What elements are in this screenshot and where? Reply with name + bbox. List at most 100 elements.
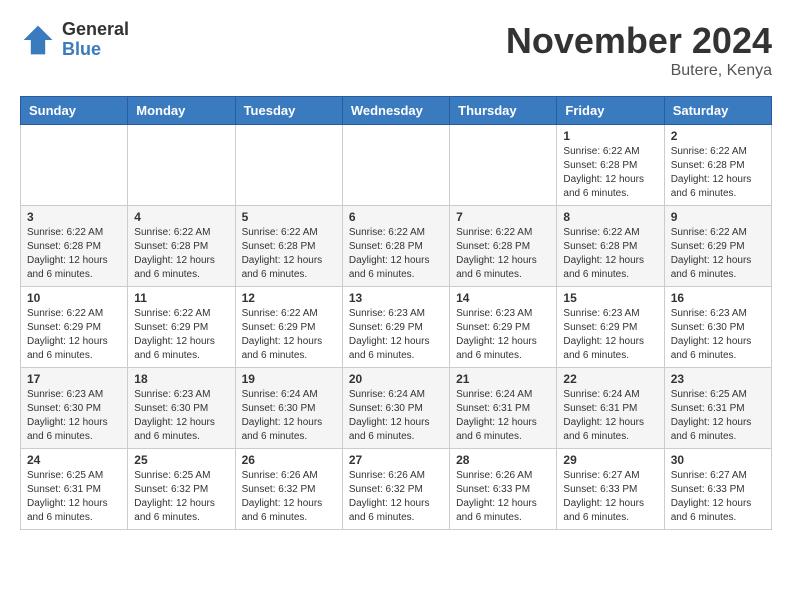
day-number: 8 (563, 210, 657, 224)
location: Butere, Kenya (506, 62, 772, 80)
day-number: 2 (671, 129, 765, 143)
calendar-cell: 19 Sunrise: 6:24 AM Sunset: 6:30 PM Dayli… (235, 368, 342, 449)
day-info: Sunrise: 6:22 AM Sunset: 6:28 PM Dayligh… (563, 145, 657, 201)
day-info: Sunrise: 6:22 AM Sunset: 6:29 PM Dayligh… (27, 307, 121, 363)
logo-general: General (62, 20, 129, 40)
day-number: 18 (134, 372, 228, 386)
calendar-cell (128, 125, 235, 206)
day-number: 24 (27, 453, 121, 467)
calendar-day-header: Thursday (450, 97, 557, 125)
day-info: Sunrise: 6:23 AM Sunset: 6:30 PM Dayligh… (671, 307, 765, 363)
day-number: 10 (27, 291, 121, 305)
calendar-day-header: Tuesday (235, 97, 342, 125)
calendar-day-header: Friday (557, 97, 664, 125)
day-number: 17 (27, 372, 121, 386)
calendar-cell: 1 Sunrise: 6:22 AM Sunset: 6:28 PM Daylig… (557, 125, 664, 206)
day-number: 11 (134, 291, 228, 305)
day-info: Sunrise: 6:25 AM Sunset: 6:31 PM Dayligh… (27, 469, 121, 525)
day-number: 4 (134, 210, 228, 224)
logo-blue: Blue (62, 40, 129, 60)
day-info: Sunrise: 6:23 AM Sunset: 6:30 PM Dayligh… (27, 388, 121, 444)
calendar-cell: 15Sunrise: 6:23 AM Sunset: 6:29 PM Dayli… (557, 287, 664, 368)
day-info: Sunrise: 6:22 AM Sunset: 6:29 PM Dayligh… (242, 307, 336, 363)
calendar-cell: 23 Sunrise: 6:25 AM Sunset: 6:31 PM Dayli… (664, 368, 771, 449)
calendar-cell: 9 Sunrise: 6:22 AM Sunset: 6:29 PM Daylig… (664, 206, 771, 287)
calendar-cell: 27 Sunrise: 6:26 AM Sunset: 6:32 PM Dayli… (342, 449, 449, 530)
day-number: 20 (349, 372, 443, 386)
calendar-day-header: Monday (128, 97, 235, 125)
calendar-cell: 24 Sunrise: 6:25 AM Sunset: 6:31 PM Dayli… (21, 449, 128, 530)
day-number: 13 (349, 291, 443, 305)
calendar-cell: 26 Sunrise: 6:26 AM Sunset: 6:32 PM Dayli… (235, 449, 342, 530)
day-number: 3 (27, 210, 121, 224)
day-info: Sunrise: 6:22 AM Sunset: 6:28 PM Dayligh… (563, 226, 657, 282)
calendar-cell: 10 Sunrise: 6:22 AM Sunset: 6:29 PM Dayli… (21, 287, 128, 368)
day-info: Sunrise: 6:22 AM Sunset: 6:28 PM Dayligh… (27, 226, 121, 282)
calendar: SundayMondayTuesdayWednesdayThursdayFrid… (20, 96, 772, 530)
day-info: Sunrise: 6:22 AM Sunset: 6:28 PM Dayligh… (134, 226, 228, 282)
day-info: Sunrise: 6:25 AM Sunset: 6:31 PM Dayligh… (671, 388, 765, 444)
calendar-cell: 3 Sunrise: 6:22 AM Sunset: 6:28 PM Daylig… (21, 206, 128, 287)
day-info: Sunrise: 6:27 AM Sunset: 6:33 PM Dayligh… (563, 469, 657, 525)
calendar-cell: 22 Sunrise: 6:24 AM Sunset: 6:31 PM Dayli… (557, 368, 664, 449)
day-number: 30 (671, 453, 765, 467)
day-info: Sunrise: 6:22 AM Sunset: 6:29 PM Dayligh… (671, 226, 765, 282)
calendar-cell: 12Sunrise: 6:22 AM Sunset: 6:29 PM Dayli… (235, 287, 342, 368)
day-info: Sunrise: 6:26 AM Sunset: 6:32 PM Dayligh… (242, 469, 336, 525)
day-info: Sunrise: 6:23 AM Sunset: 6:30 PM Dayligh… (134, 388, 228, 444)
day-number: 26 (242, 453, 336, 467)
day-number: 15 (563, 291, 657, 305)
calendar-day-header: Saturday (664, 97, 771, 125)
day-info: Sunrise: 6:24 AM Sunset: 6:31 PM Dayligh… (563, 388, 657, 444)
calendar-cell: 30 Sunrise: 6:27 AM Sunset: 6:33 PM Dayli… (664, 449, 771, 530)
calendar-cell: 8 Sunrise: 6:22 AM Sunset: 6:28 PM Daylig… (557, 206, 664, 287)
calendar-cell: 28Sunrise: 6:26 AM Sunset: 6:33 PM Dayli… (450, 449, 557, 530)
day-info: Sunrise: 6:22 AM Sunset: 6:28 PM Dayligh… (456, 226, 550, 282)
logo: General Blue (20, 20, 129, 60)
calendar-header-row: SundayMondayTuesdayWednesdayThursdayFrid… (21, 97, 772, 125)
day-number: 23 (671, 372, 765, 386)
logo-icon (20, 22, 56, 58)
day-info: Sunrise: 6:22 AM Sunset: 6:29 PM Dayligh… (134, 307, 228, 363)
page-header: General Blue November 2024 Butere, Kenya (20, 20, 772, 80)
day-info: Sunrise: 6:24 AM Sunset: 6:31 PM Dayligh… (456, 388, 550, 444)
day-number: 29 (563, 453, 657, 467)
month-title: November 2024 (506, 20, 772, 62)
calendar-cell (235, 125, 342, 206)
calendar-cell: 25Sunrise: 6:25 AM Sunset: 6:32 PM Dayli… (128, 449, 235, 530)
day-info: Sunrise: 6:23 AM Sunset: 6:29 PM Dayligh… (349, 307, 443, 363)
day-number: 6 (349, 210, 443, 224)
calendar-cell: 5Sunrise: 6:22 AM Sunset: 6:28 PM Daylig… (235, 206, 342, 287)
calendar-week-row: 24 Sunrise: 6:25 AM Sunset: 6:31 PM Dayli… (21, 449, 772, 530)
calendar-cell: 2 Sunrise: 6:22 AM Sunset: 6:28 PM Daylig… (664, 125, 771, 206)
calendar-week-row: 1 Sunrise: 6:22 AM Sunset: 6:28 PM Daylig… (21, 125, 772, 206)
day-info: Sunrise: 6:26 AM Sunset: 6:33 PM Dayligh… (456, 469, 550, 525)
day-info: Sunrise: 6:22 AM Sunset: 6:28 PM Dayligh… (671, 145, 765, 201)
calendar-cell: 16Sunrise: 6:23 AM Sunset: 6:30 PM Dayli… (664, 287, 771, 368)
calendar-day-header: Wednesday (342, 97, 449, 125)
day-number: 22 (563, 372, 657, 386)
day-number: 9 (671, 210, 765, 224)
day-number: 7 (456, 210, 550, 224)
day-number: 27 (349, 453, 443, 467)
day-info: Sunrise: 6:22 AM Sunset: 6:28 PM Dayligh… (349, 226, 443, 282)
calendar-cell: 6 Sunrise: 6:22 AM Sunset: 6:28 PM Daylig… (342, 206, 449, 287)
calendar-cell (342, 125, 449, 206)
day-info: Sunrise: 6:27 AM Sunset: 6:33 PM Dayligh… (671, 469, 765, 525)
day-number: 1 (563, 129, 657, 143)
calendar-cell (450, 125, 557, 206)
day-number: 19 (242, 372, 336, 386)
calendar-day-header: Sunday (21, 97, 128, 125)
calendar-cell: 13 Sunrise: 6:23 AM Sunset: 6:29 PM Dayli… (342, 287, 449, 368)
logo-text: General Blue (62, 20, 129, 60)
day-info: Sunrise: 6:24 AM Sunset: 6:30 PM Dayligh… (242, 388, 336, 444)
calendar-cell (21, 125, 128, 206)
calendar-cell: 18 Sunrise: 6:23 AM Sunset: 6:30 PM Dayli… (128, 368, 235, 449)
calendar-week-row: 17 Sunrise: 6:23 AM Sunset: 6:30 PM Dayli… (21, 368, 772, 449)
day-info: Sunrise: 6:26 AM Sunset: 6:32 PM Dayligh… (349, 469, 443, 525)
calendar-week-row: 10 Sunrise: 6:22 AM Sunset: 6:29 PM Dayli… (21, 287, 772, 368)
day-info: Sunrise: 6:24 AM Sunset: 6:30 PM Dayligh… (349, 388, 443, 444)
calendar-cell: 21Sunrise: 6:24 AM Sunset: 6:31 PM Dayli… (450, 368, 557, 449)
calendar-cell: 7 Sunrise: 6:22 AM Sunset: 6:28 PM Daylig… (450, 206, 557, 287)
day-number: 25 (134, 453, 228, 467)
